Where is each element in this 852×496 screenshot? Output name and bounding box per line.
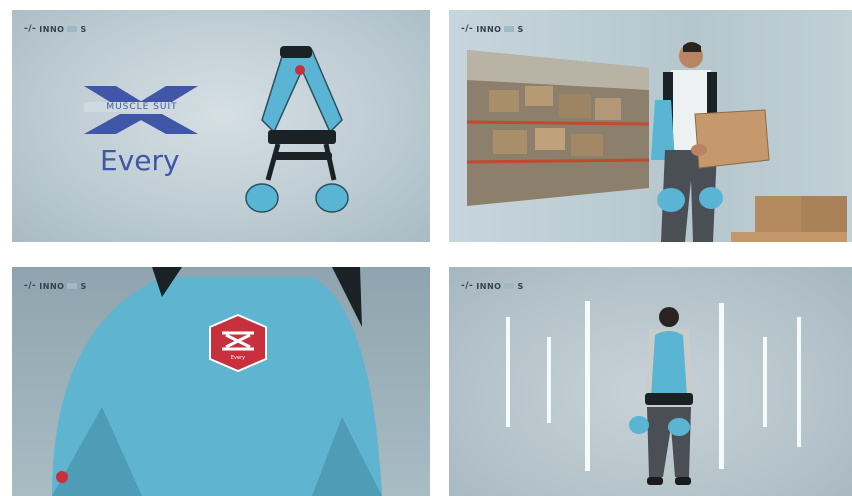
product-name: Every (100, 144, 180, 177)
light-bar (797, 317, 801, 447)
brand-name-a: INNO (39, 281, 65, 291)
panel-light-bars: -/- INNO S (449, 267, 852, 496)
badge-caption: Every (230, 355, 246, 361)
brand-mark-icon: -/- (24, 281, 37, 291)
light-bar (719, 303, 724, 469)
light-bars-scene (506, 301, 801, 485)
panel-product-logo: -/- INNO S MUSCLE SUIT Every (12, 10, 430, 242)
product-logo-graphic (84, 46, 349, 213)
warehouse-scene (466, 42, 847, 242)
light-bar (506, 317, 510, 427)
light-bar (547, 337, 551, 423)
brand-logo: -/- INNO S (24, 281, 87, 291)
panel-warehouse: -/- INNO S (449, 10, 852, 242)
closeup-scene (52, 267, 382, 496)
light-bar (585, 301, 590, 471)
panel-closeup: -/- INNO S Every (12, 267, 430, 496)
light-bar (763, 337, 767, 427)
brand-name-b: S (80, 281, 87, 291)
product-logo-text: MUSCLE SUIT (84, 102, 200, 112)
